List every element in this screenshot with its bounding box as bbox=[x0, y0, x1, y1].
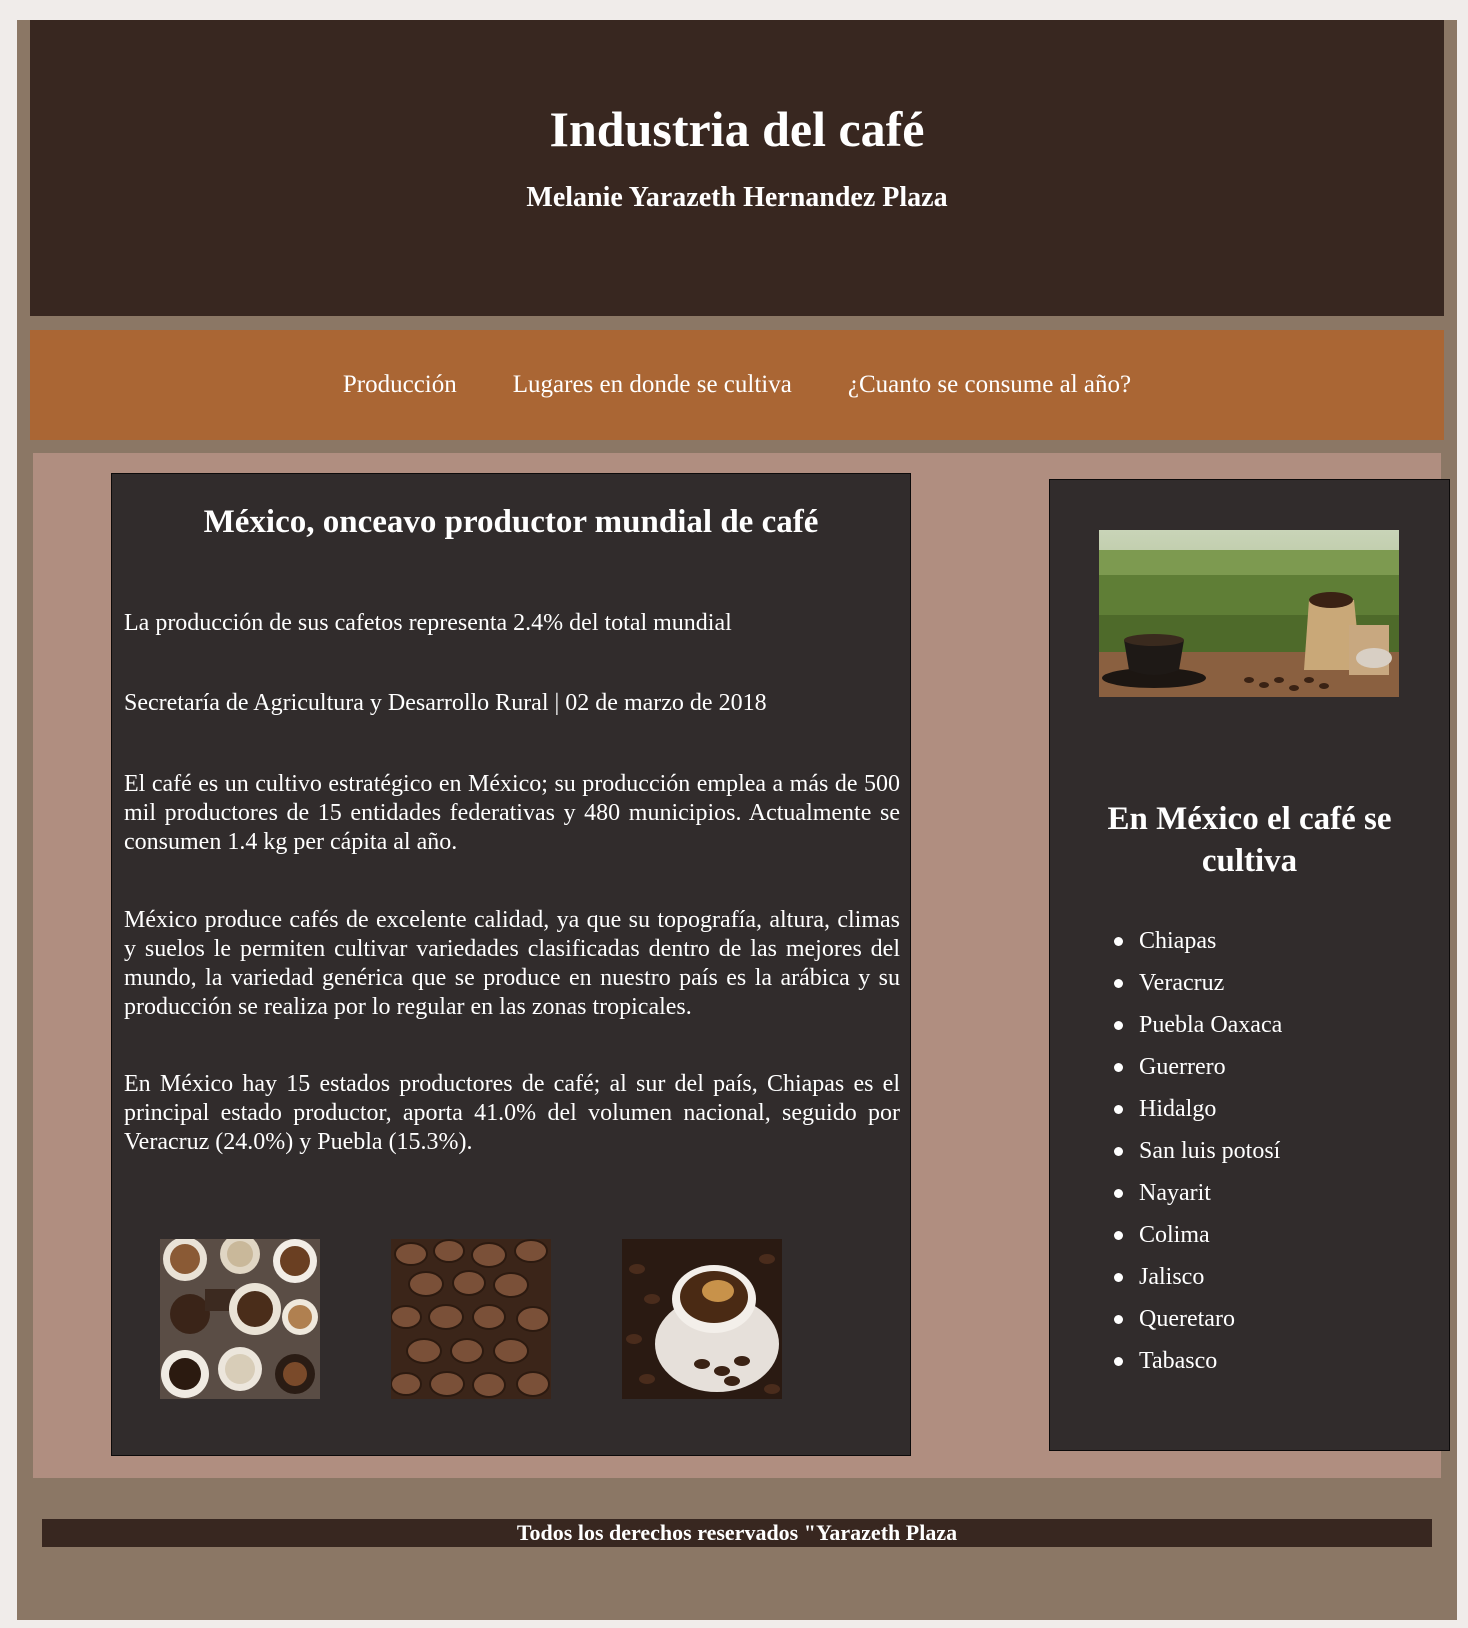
list-item: Chiapas bbox=[1113, 920, 1282, 962]
article-paragraph: La producción de sus cafetos representa … bbox=[124, 610, 732, 636]
list-item: Colima bbox=[1113, 1214, 1282, 1256]
site-author: Melanie Yarazeth Hernandez Plaza bbox=[526, 182, 948, 213]
nav-link-consumo[interactable]: ¿Cuanto se consume al año? bbox=[848, 371, 1131, 399]
list-item: Jalisco bbox=[1113, 1256, 1282, 1298]
nav-link-produccion[interactable]: Producción bbox=[343, 371, 457, 399]
article-panel: México, onceavo productor mundial de caf… bbox=[111, 473, 911, 1456]
coffee-beans-photo bbox=[391, 1239, 551, 1399]
main-nav: Producción Lugares en donde se cultiva ¿… bbox=[30, 330, 1444, 440]
aside-panel: En México el café se cultiva Chiapas Ver… bbox=[1049, 479, 1450, 1451]
list-item: Hidalgo bbox=[1113, 1088, 1282, 1130]
list-item: Queretaro bbox=[1113, 1298, 1282, 1340]
aside-title: En México el café se cultiva bbox=[1107, 801, 1392, 879]
coffee-cup-photo bbox=[622, 1239, 782, 1399]
list-item: Veracruz bbox=[1113, 962, 1282, 1004]
list-item: Tabasco bbox=[1113, 1340, 1282, 1382]
page-frame: Industria del café Melanie Yarazeth Hern… bbox=[17, 20, 1457, 1620]
list-item: Guerrero bbox=[1113, 1046, 1282, 1088]
article-paragraph: El café es un cultivo estratégico en Méx… bbox=[124, 771, 900, 855]
article-paragraph: En México hay 15 estados productores de … bbox=[124, 1071, 900, 1155]
coffee-plantation-photo bbox=[1099, 530, 1399, 697]
list-item: Nayarit bbox=[1113, 1172, 1282, 1214]
site-header: Industria del café Melanie Yarazeth Hern… bbox=[30, 20, 1444, 316]
site-title: Industria del café bbox=[549, 101, 925, 157]
main-content: México, onceavo productor mundial de caf… bbox=[33, 453, 1450, 1478]
list-item: San luis potosí bbox=[1113, 1130, 1282, 1172]
coffee-cups-photo bbox=[160, 1239, 320, 1399]
article-title: México, onceavo productor mundial de caf… bbox=[203, 504, 819, 540]
list-item: Puebla Oaxaca bbox=[1113, 1004, 1282, 1046]
photo-gallery bbox=[112, 1239, 912, 1399]
article-paragraph: México produce cafés de excelente calida… bbox=[124, 907, 900, 1020]
states-list: Chiapas Veracruz Puebla Oaxaca Guerrero … bbox=[1050, 920, 1282, 1382]
article-paragraph: Secretaría de Agricultura y Desarrollo R… bbox=[124, 690, 767, 716]
nav-link-lugares[interactable]: Lugares en donde se cultiva bbox=[513, 371, 792, 399]
footer-copyright: Todos los derechos reservados "Yarazeth … bbox=[42, 1519, 1432, 1547]
